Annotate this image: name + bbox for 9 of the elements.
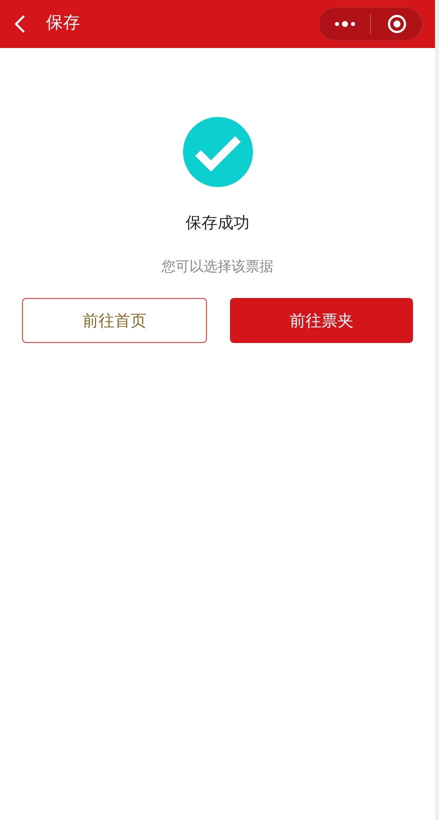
page-title: 保存 [46, 12, 80, 36]
target-icon [386, 14, 406, 34]
back-icon[interactable] [14, 14, 26, 34]
action-button[interactable]: 前往首页 [22, 298, 207, 343]
success-icon [182, 117, 252, 187]
result-title: 保存成功 [186, 212, 250, 234]
more-icon [334, 21, 356, 27]
action-button[interactable]: 前往票夹 [230, 298, 413, 343]
result-message: 您可以选择该票据 [162, 258, 274, 277]
